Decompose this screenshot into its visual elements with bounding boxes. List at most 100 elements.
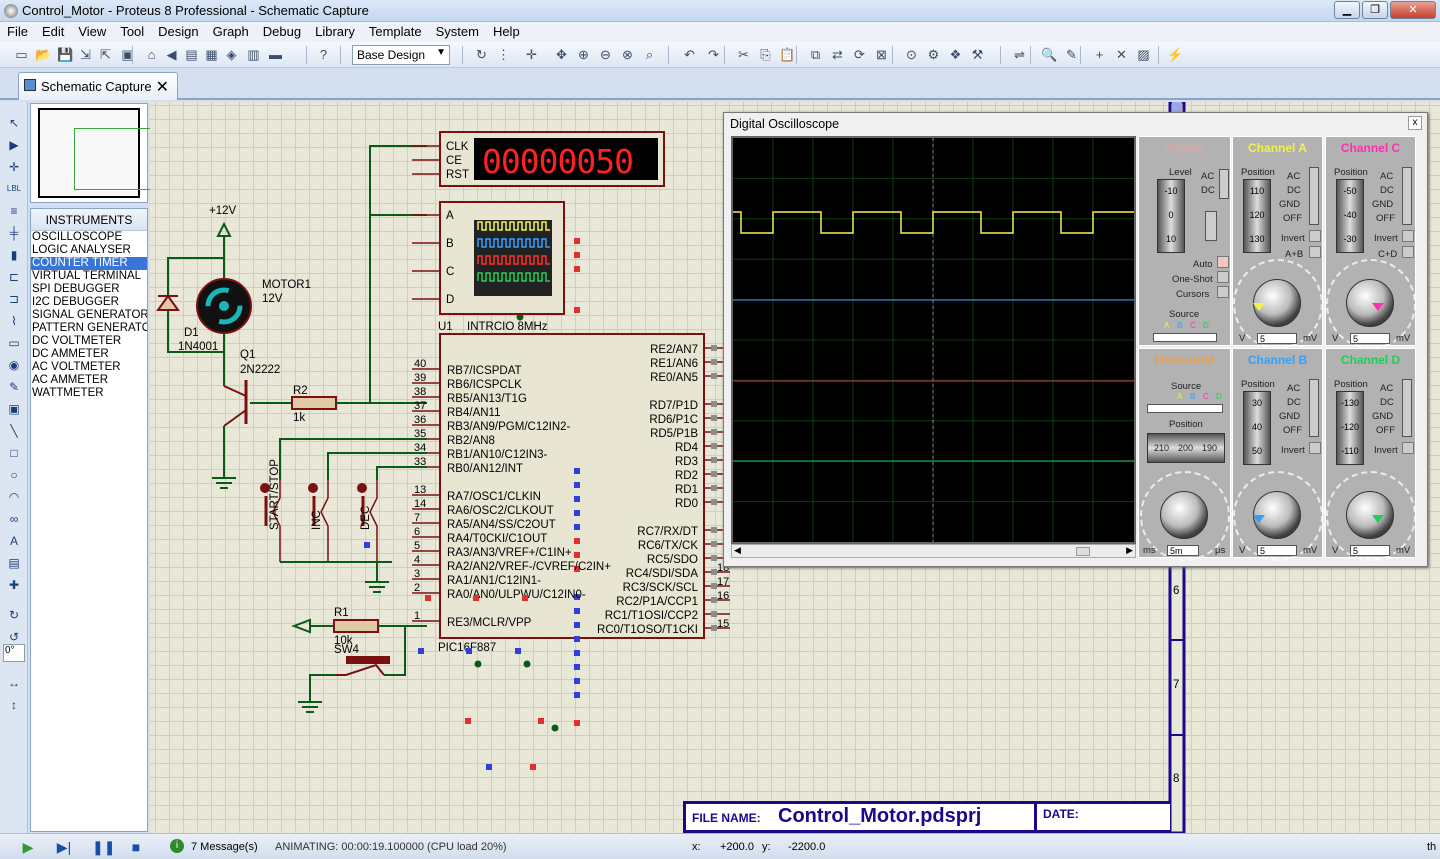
text-icon[interactable]: A bbox=[4, 532, 24, 550]
menu-edit[interactable]: Edit bbox=[35, 22, 71, 39]
menu-graph[interactable]: Graph bbox=[206, 22, 256, 39]
overview-window[interactable] bbox=[30, 103, 154, 203]
menu-system[interactable]: System bbox=[429, 22, 486, 39]
cut-icon[interactable]: ✂ bbox=[734, 45, 753, 64]
channel-a-mode-ac[interactable]: AC bbox=[1287, 171, 1300, 182]
zoom-out-icon[interactable]: ⊖ bbox=[596, 45, 615, 64]
wire-autorouter-icon[interactable]: ⇌ bbox=[1010, 45, 1029, 64]
channel-b-position-slider[interactable]: 30 40 50 bbox=[1243, 391, 1271, 465]
close-tab-icon[interactable]: ✕ bbox=[156, 77, 169, 97]
menu-debug[interactable]: Debug bbox=[256, 22, 308, 39]
subcircuit-icon[interactable]: ▮ bbox=[4, 246, 24, 264]
channel-d-volts-value[interactable]: 5 bbox=[1350, 545, 1390, 556]
mirror-x-icon[interactable]: ↔ bbox=[4, 674, 24, 692]
junction-icon[interactable]: ✛ bbox=[4, 158, 24, 176]
netlist-icon[interactable]: ▨ bbox=[1134, 45, 1153, 64]
block-rotate-icon[interactable]: ⟳ bbox=[850, 45, 869, 64]
channel-d-invert-button[interactable] bbox=[1402, 442, 1414, 454]
channel-a-position-slider[interactable]: 110 120 130 bbox=[1243, 179, 1271, 253]
help-icon[interactable]: ? bbox=[314, 45, 333, 64]
close-window-button[interactable]: ✕ bbox=[1390, 1, 1436, 19]
channel-a-coupling-switch[interactable] bbox=[1309, 167, 1319, 225]
stop-icon[interactable]: ■ bbox=[128, 839, 144, 855]
generator-icon[interactable]: ◉ bbox=[4, 356, 24, 374]
import-icon[interactable]: ⇲ bbox=[76, 45, 95, 64]
one-shot-button[interactable] bbox=[1217, 271, 1229, 283]
horizontal-source-d[interactable]: D bbox=[1216, 392, 1222, 401]
channel-c-mode-gnd[interactable]: GND bbox=[1372, 199, 1393, 210]
trigger-source-a[interactable]: A bbox=[1164, 321, 1169, 330]
arc-icon[interactable]: ◠ bbox=[4, 488, 24, 506]
horizontal-source-c[interactable]: C bbox=[1203, 392, 1209, 401]
recorder-icon[interactable]: ▭ bbox=[4, 334, 24, 352]
channel-d-position-slider[interactable]: -130 -120 -110 bbox=[1336, 391, 1364, 465]
maximize-button[interactable]: ❐ bbox=[1362, 1, 1388, 19]
instrument-item[interactable]: OSCILLOSCOPE bbox=[31, 231, 147, 244]
save-icon[interactable]: 💾 bbox=[56, 45, 75, 64]
instrument-item[interactable]: WATTMETER bbox=[31, 387, 147, 400]
make-device-icon[interactable]: ⚙ bbox=[924, 45, 943, 64]
new-sheet-icon[interactable]: + bbox=[1090, 45, 1109, 64]
refresh-icon[interactable]: ↻ bbox=[472, 45, 491, 64]
box-icon[interactable]: □ bbox=[4, 444, 24, 462]
rotate-cw-icon[interactable]: ↻ bbox=[4, 606, 24, 624]
scroll-left-icon[interactable]: ◀ bbox=[734, 545, 741, 556]
instruments-icon[interactable]: ▣ bbox=[4, 400, 24, 418]
selection-mode-icon[interactable]: ↖ bbox=[4, 114, 24, 132]
circle-icon[interactable]: ○ bbox=[4, 466, 24, 484]
export-icon[interactable]: ⇱ bbox=[96, 45, 115, 64]
3d-view-icon[interactable]: ◈ bbox=[222, 45, 241, 64]
oscilloscope-window[interactable]: Digital Oscilloscope x ◀ ▶ Trigger Level -… bbox=[723, 112, 1428, 567]
bus-icon[interactable]: ╪ bbox=[4, 224, 24, 242]
instrument-item[interactable]: AC AMMETER bbox=[31, 374, 147, 387]
pause-icon[interactable]: ❚❚ bbox=[92, 839, 115, 855]
redo-icon[interactable]: ↷ bbox=[704, 45, 723, 64]
zoom-area-icon[interactable]: ⌕ bbox=[640, 45, 659, 64]
channel-d-mode-ac[interactable]: AC bbox=[1380, 383, 1393, 394]
channel-a-combine-button[interactable] bbox=[1309, 246, 1321, 258]
probe-icon[interactable]: ✎ bbox=[4, 378, 24, 396]
menu-design[interactable]: Design bbox=[151, 22, 205, 39]
instrument-item[interactable]: COUNTER TIMER bbox=[31, 257, 147, 270]
marker-icon[interactable]: ✚ bbox=[4, 576, 24, 594]
device-pin-icon[interactable]: ⊐ bbox=[4, 290, 24, 308]
bom-icon[interactable]: ▬ bbox=[266, 45, 285, 64]
scroll-right-icon[interactable]: ▶ bbox=[1126, 545, 1133, 556]
pcb-icon[interactable]: ▦ bbox=[202, 45, 221, 64]
wire-label-icon[interactable]: LBL bbox=[4, 180, 24, 198]
channel-b-volts-value[interactable]: 5 bbox=[1257, 545, 1297, 556]
instrument-item[interactable]: PATTERN GENERATO bbox=[31, 322, 147, 335]
origin-icon[interactable]: ✛ bbox=[522, 45, 541, 64]
play-icon[interactable]: ▶ bbox=[20, 839, 36, 855]
trigger-edge-switch[interactable] bbox=[1205, 211, 1217, 241]
channel-b-mode-off[interactable]: OFF bbox=[1283, 425, 1302, 436]
channel-a-invert-button[interactable] bbox=[1309, 230, 1321, 242]
block-copy-icon[interactable]: ⧉ bbox=[806, 45, 825, 64]
paste-icon[interactable]: 📋 bbox=[778, 45, 797, 64]
channel-a-mode-gnd[interactable]: GND bbox=[1279, 199, 1300, 210]
menu-tool[interactable]: Tool bbox=[113, 22, 151, 39]
channel-d-mode-gnd[interactable]: GND bbox=[1372, 411, 1393, 422]
step-icon[interactable]: ▶| bbox=[56, 839, 72, 855]
oscilloscope-close-button[interactable]: x bbox=[1408, 116, 1422, 130]
messages-count[interactable]: 7 Message(s) bbox=[191, 841, 258, 853]
trigger-source-d[interactable]: D bbox=[1203, 321, 1209, 330]
decompose-icon[interactable]: ⚒ bbox=[968, 45, 987, 64]
instrument-item[interactable]: I2C DEBUGGER bbox=[31, 296, 147, 309]
channel-c-mode-off[interactable]: OFF bbox=[1376, 213, 1395, 224]
trigger-source-c[interactable]: C bbox=[1190, 321, 1196, 330]
menu-view[interactable]: View bbox=[71, 22, 113, 39]
channel-a-mode-dc[interactable]: DC bbox=[1287, 185, 1301, 196]
channel-d-coupling-switch[interactable] bbox=[1402, 379, 1412, 437]
timebase-knob[interactable] bbox=[1160, 491, 1208, 539]
design-select[interactable]: Base Design ▼ bbox=[352, 45, 450, 65]
trigger-source-b[interactable]: B bbox=[1177, 321, 1182, 330]
grid-icon[interactable]: ⋮ bbox=[494, 45, 513, 64]
graph-icon[interactable]: ⌇ bbox=[4, 312, 24, 330]
horizontal-source-a[interactable]: A bbox=[1177, 392, 1182, 401]
auto-button[interactable] bbox=[1217, 256, 1229, 268]
mirror-y-icon[interactable]: ↕ bbox=[4, 696, 24, 714]
rotation-field[interactable]: 0° bbox=[3, 644, 25, 662]
minimize-button[interactable]: ▁ bbox=[1334, 1, 1360, 19]
channel-b-mode-gnd[interactable]: GND bbox=[1279, 411, 1300, 422]
